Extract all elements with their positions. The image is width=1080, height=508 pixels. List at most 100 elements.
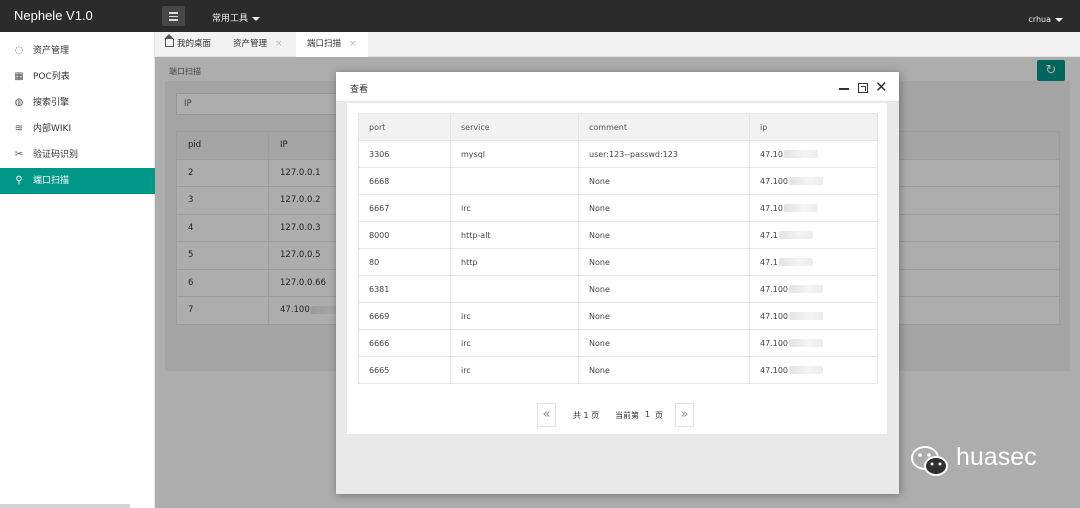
sidebar-item-port-scan[interactable]: ⚲ 端口扫描	[0, 168, 155, 194]
table-row[interactable]: 6381 None 47.100	[358, 275, 878, 303]
column-header[interactable]: comment	[578, 113, 750, 141]
tab-label: 资产管理	[233, 39, 268, 49]
caret-down-icon	[1055, 17, 1063, 22]
table-cell: 47.1	[749, 221, 878, 249]
table-cell: 6381	[358, 275, 451, 303]
column-header[interactable]: service	[450, 113, 579, 141]
tab-bar: 我的桌面 资产管理 × 端口扫描 ×	[155, 32, 1080, 57]
sidebar-item-label: 内部WIKI	[33, 124, 72, 134]
table-row[interactable]: 6669 irc None 47.100	[358, 302, 878, 330]
tab-label: 端口扫描	[307, 39, 342, 49]
first-page-button[interactable]: «	[537, 403, 556, 427]
table-row[interactable]: 6668 None 47.100	[358, 167, 878, 195]
search-icon: ⚲	[15, 175, 23, 186]
table-cell: 47.100	[749, 356, 878, 384]
current-page-prefix: 当前第	[615, 411, 639, 420]
table-cell: 6665	[358, 356, 451, 384]
tools-dropdown[interactable]: 常用工具	[212, 11, 261, 24]
cell-text: 6666	[369, 338, 390, 348]
top-bar: Nephele V1.0 常用工具 crhua	[0, 0, 1080, 32]
modal-title: 查看	[350, 85, 369, 95]
tab-assets[interactable]: 资产管理 ×	[233, 32, 283, 57]
cell-text: None	[589, 203, 610, 213]
table-cell: None	[578, 194, 750, 222]
grid-icon: ▦	[14, 71, 24, 82]
table-row[interactable]: 6665 irc None 47.100	[358, 356, 878, 384]
cell-text: 6669	[369, 311, 390, 321]
cell-text: mysql	[461, 149, 485, 159]
globe-icon: ◍	[14, 97, 24, 108]
cell-text: 6381	[369, 284, 390, 294]
maximize-icon[interactable]	[858, 83, 868, 93]
close-icon[interactable]: ×	[349, 39, 357, 49]
table-cell: 47.100	[749, 302, 878, 330]
cell-text: None	[589, 365, 610, 375]
layers-icon: ≋	[14, 123, 24, 134]
cell-text: 6667	[369, 203, 390, 213]
table-cell: http-alt	[450, 221, 579, 249]
view-modal: 查看 ✕ port service comment ip 3306 mysql us…	[336, 72, 899, 494]
table-cell: 6669	[358, 302, 451, 330]
tools-label: 常用工具	[212, 14, 249, 24]
minimize-icon[interactable]	[839, 88, 849, 90]
table-cell: None	[578, 248, 750, 276]
ip-text: 47.100	[760, 176, 788, 186]
table-cell: irc	[450, 329, 579, 357]
pagination: « 共 1 页 当前第 1 页 »	[537, 403, 707, 427]
tab-desktop[interactable]: 我的桌面	[164, 32, 212, 57]
wechat-logo-icon	[911, 446, 948, 476]
home-icon	[164, 34, 174, 47]
redaction-blur	[789, 285, 823, 293]
sidebar-scrollbar[interactable]	[0, 504, 130, 508]
tab-label: 我的桌面	[177, 39, 212, 49]
cell-text: irc	[461, 338, 471, 348]
sidebar: ◌ 资产管理 ▦ POC列表 ◍ 搜索引擎 ≋ 内部WIKI ✂ 验证码识别 ⚲…	[0, 32, 155, 508]
table-cell: user:123--passwd:123	[578, 140, 750, 168]
sidebar-item-search-engine[interactable]: ◍ 搜索引擎	[0, 90, 155, 116]
table-cell: 47.1	[749, 248, 878, 276]
table-row[interactable]: 6666 irc None 47.100	[358, 329, 878, 357]
table-cell: 6668	[358, 167, 451, 195]
table-cell: irc	[450, 302, 579, 330]
cell-text: 6665	[369, 365, 390, 375]
cell-text: None	[589, 284, 610, 294]
table-cell: 8000	[358, 221, 451, 249]
column-header[interactable]: ip	[749, 113, 878, 141]
close-icon[interactable]: ×	[275, 39, 283, 49]
current-page-number: 1	[645, 410, 651, 419]
table-cell: None	[578, 329, 750, 357]
sidebar-item-captcha[interactable]: ✂ 验证码识别	[0, 142, 155, 168]
table-cell: 80	[358, 248, 451, 276]
column-header[interactable]: port	[358, 113, 451, 141]
ip-text: 47.100	[760, 338, 788, 348]
table-row[interactable]: 6667 irc None 47.10	[358, 194, 878, 222]
table-cell: irc	[450, 194, 579, 222]
table-cell: None	[578, 275, 750, 303]
sidebar-item-label: 端口扫描	[33, 176, 70, 186]
table-cell: 47.10	[749, 194, 878, 222]
modal-header: 查看 ✕	[336, 72, 899, 102]
sidebar-item-poc[interactable]: ▦ POC列表	[0, 64, 155, 90]
table-row[interactable]: 3306 mysql user:123--passwd:123 47.10	[358, 140, 878, 168]
sidebar-item-wiki[interactable]: ≋ 内部WIKI	[0, 116, 155, 142]
menu-toggle-button[interactable]	[162, 6, 185, 26]
table-cell: None	[578, 356, 750, 384]
sidebar-item-assets[interactable]: ◌ 资产管理	[0, 38, 155, 64]
app-title: Nephele V1.0	[14, 8, 93, 23]
scissors-icon: ✂	[14, 149, 24, 160]
user-name: crhua	[1028, 15, 1051, 24]
table-cell: 47.100	[749, 275, 878, 303]
tab-port-scan[interactable]: 端口扫描 ×	[296, 32, 368, 57]
table-cell: 6667	[358, 194, 451, 222]
close-icon[interactable]: ✕	[875, 78, 888, 96]
table-row[interactable]: 8000 http-alt None 47.1	[358, 221, 878, 249]
redaction-blur	[789, 339, 823, 347]
table-cell: None	[578, 302, 750, 330]
table-row[interactable]: 80 http None 47.1	[358, 248, 878, 276]
ip-text: 47.100	[760, 311, 788, 321]
table-cell: None	[578, 167, 750, 195]
ip-text: 47.100	[760, 365, 788, 375]
last-page-button[interactable]: »	[675, 403, 694, 427]
user-menu[interactable]: crhua	[1028, 15, 1063, 24]
cell-text: irc	[461, 365, 471, 375]
